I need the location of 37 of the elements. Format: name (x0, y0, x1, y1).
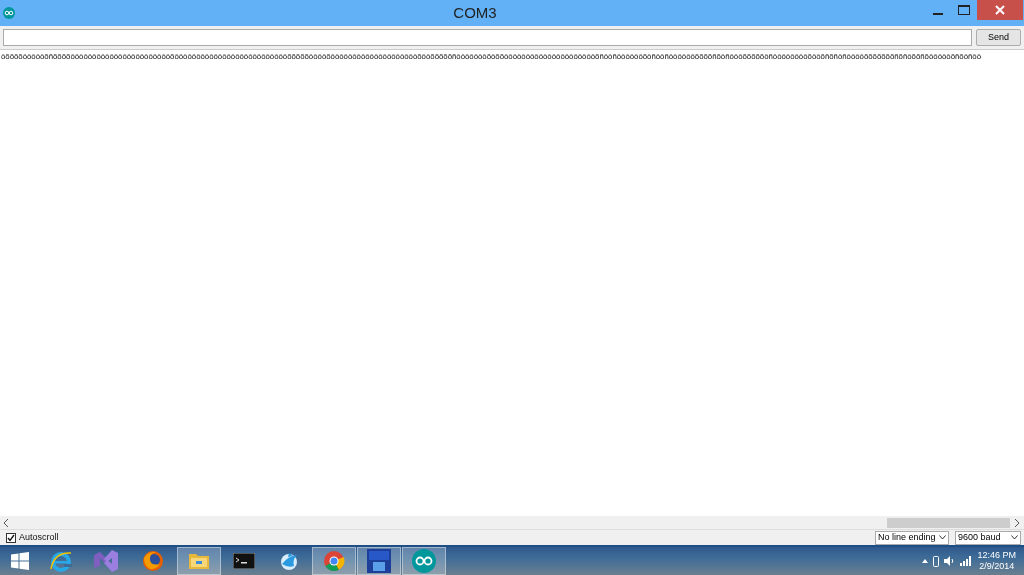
send-button[interactable]: Send (975, 29, 1021, 46)
input-field[interactable] (3, 29, 972, 46)
speaker-icon[interactable] (944, 556, 956, 566)
maximize-icon (958, 5, 970, 15)
horizontal-scrollbar[interactable] (0, 516, 1024, 529)
app-icon (3, 7, 15, 19)
windows-logo-icon (10, 552, 29, 570)
folder-icon (187, 551, 210, 571)
taskbar-button[interactable] (401, 547, 446, 575)
taskbar-button[interactable] (176, 547, 221, 575)
minimize-icon (933, 13, 943, 15)
taskbar-button[interactable] (311, 547, 356, 575)
terminal-icon (232, 553, 255, 569)
scroll-right-icon[interactable] (1014, 518, 1020, 527)
browser-e-icon (49, 550, 72, 572)
show-hidden-icons-icon[interactable] (922, 559, 929, 563)
baud-dropdown[interactable]: 9600 baud (955, 530, 1021, 545)
signal-icon[interactable] (960, 556, 972, 566)
window-title: COM3 (452, 2, 497, 23)
close-button[interactable] (977, 0, 1023, 20)
line-ending-dropdown[interactable]: No line ending (875, 530, 949, 545)
autoscroll-checkbox[interactable] (6, 532, 16, 543)
close-icon (995, 5, 1005, 15)
clock-date[interactable]: 2/9/2014 (979, 561, 1015, 572)
fox-globe-icon (141, 550, 164, 572)
scrollbar-thumb[interactable] (887, 517, 1010, 528)
caret-icon (939, 535, 946, 540)
taskbar-button[interactable] (356, 547, 401, 575)
infinity-logo-icon (411, 549, 436, 573)
cube-icon (366, 549, 391, 573)
chrome-icon (322, 550, 345, 572)
ribbon-logo-icon (93, 550, 118, 572)
autoscroll-label: Autoscroll (19, 530, 59, 544)
phone-icon[interactable] (933, 555, 940, 567)
clock-time[interactable]: 12:46 PM (977, 550, 1016, 561)
caret-icon (1011, 535, 1018, 540)
scroll-left-icon[interactable] (3, 518, 9, 527)
